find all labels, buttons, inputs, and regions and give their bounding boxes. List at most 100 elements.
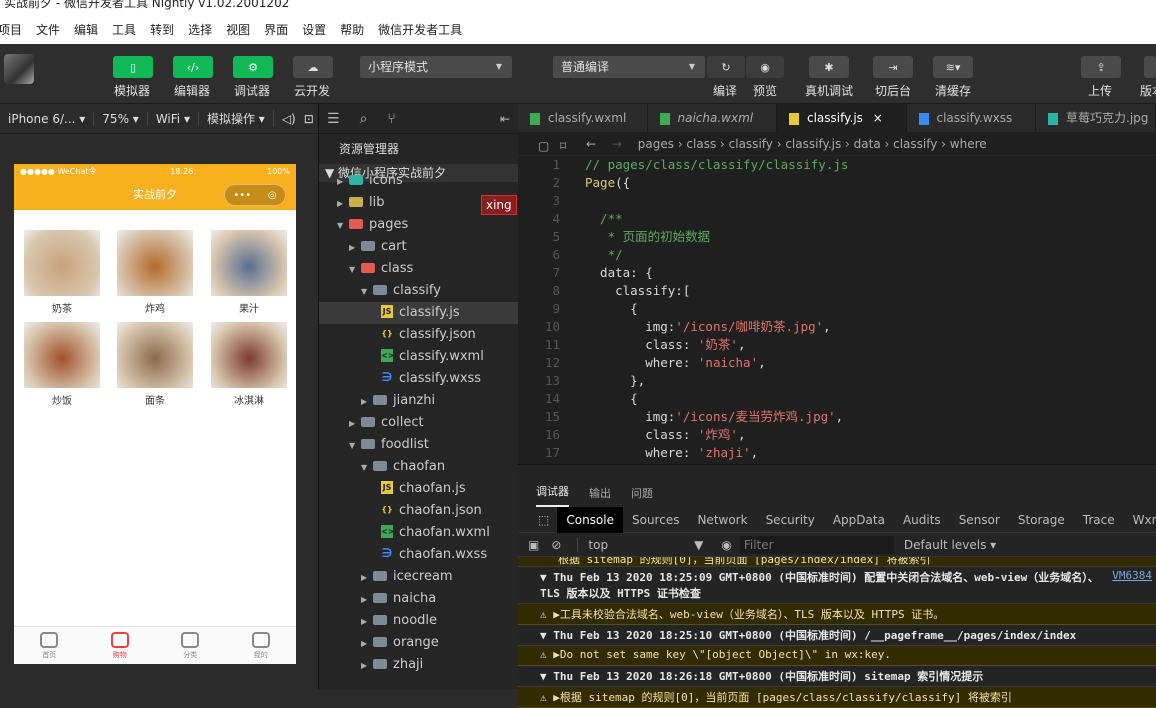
tab-item[interactable]: 购物 [110,631,129,660]
folder-item[interactable]: ▼ class [319,258,519,280]
devtools-panel-tab[interactable]: AppData [824,507,894,533]
file-item[interactable]: <> chaofan.wxml [319,522,519,544]
folder-item[interactable]: ▶ icons [319,170,519,192]
devtools-panel-tab[interactable]: Security [757,507,824,533]
folder-item[interactable]: ▶ jianzhi [319,390,519,412]
devtools-top-tab[interactable]: 问题 [631,485,653,507]
devtools-panel-tab[interactable]: Storage [1009,507,1074,533]
folder-item[interactable]: ▶ noodle [319,610,519,632]
sidebar-toggle-icon[interactable]: ▣ [518,538,545,552]
devtools-panel-tab[interactable]: Console [557,506,623,533]
editor-button[interactable]: ‹/› [173,56,213,78]
upload-button[interactable]: ⇪ [1081,56,1121,78]
menu-item[interactable]: 帮助 [340,21,364,38]
mode-select[interactable]: 小程序模式 ▼ [360,56,512,78]
more-icon[interactable]: ••• [233,190,251,201]
file-item[interactable]: JS classify.js [319,302,519,324]
collapse-panel-icon[interactable]: ⇤ [500,112,510,126]
chevron-right-icon[interactable]: ▶ [337,171,349,193]
chevron-right-icon[interactable]: ▶ [361,611,373,633]
volume-icon[interactable]: ◁) [274,112,304,126]
tab-item[interactable]: 我的 [251,631,270,660]
chevron-down-icon[interactable]: ▼ [361,457,373,479]
chevron-down-icon[interactable]: ▼ [337,215,349,237]
file-item[interactable]: <> classify.wxml [319,346,519,368]
category-item[interactable]: 奶茶 [24,230,100,315]
file-item[interactable]: JS chaofan.js [319,478,519,500]
menu-item[interactable]: 项目 [0,21,22,38]
capsule-button[interactable]: ••• ◎ [224,184,286,206]
folder-item[interactable]: ▼ classify [319,280,519,302]
folder-item[interactable]: ▶ cart [319,236,519,258]
folder-item[interactable]: ▼ pages [319,214,519,236]
category-item[interactable]: 面条 [117,322,193,407]
folder-item[interactable]: ▶ icecream [319,566,519,588]
menu-item[interactable]: 视图 [226,21,250,38]
menu-item[interactable]: 选择 [188,21,212,38]
folder-item[interactable]: ▶ orange [319,632,519,654]
chevron-down-icon[interactable]: ▼ [361,281,373,303]
real-debug-button[interactable]: ✱ [809,56,849,78]
context-select[interactable]: top ▼ [577,537,707,552]
file-item[interactable]: {} classify.json [319,324,519,346]
devtools-top-tab[interactable]: 输出 [589,485,611,507]
clear-cache-button[interactable]: ≋▾ [933,56,973,78]
chevron-down-icon[interactable]: ▼ [349,435,361,457]
levels-select[interactable]: Default levels ▾ [894,538,996,552]
folder-item[interactable]: ▼ chaofan [319,456,519,478]
git-icon[interactable]: ⑂ [387,111,395,127]
folder-item[interactable]: ▶ zhaji [319,654,519,676]
simulator-button[interactable]: ▯ [113,56,153,78]
category-item[interactable]: 冰淇淋 [211,322,287,407]
cloud-button[interactable]: ☁ [293,56,333,78]
chevron-right-icon[interactable]: ▶ [349,413,361,435]
menu-item[interactable]: 文件 [36,21,60,38]
preview-button[interactable]: ◉ [746,56,784,78]
background-button[interactable]: ⇥ [873,56,913,78]
avatar[interactable] [4,54,34,84]
menu-item[interactable]: 设置 [302,21,326,38]
menu-item[interactable]: 编辑 [74,21,98,38]
category-item[interactable]: 果汁 [211,230,287,315]
clear-console-icon[interactable]: ⊘ [545,538,577,552]
editor-tab[interactable]: classify.wxml [518,104,648,132]
file-item[interactable]: ∋ chaofan.wxss [319,544,519,566]
forward-arrow-icon[interactable]: → [612,137,622,151]
menu-item[interactable]: 微信开发者工具 [378,21,462,38]
chevron-right-icon[interactable]: ▶ [349,237,361,259]
code-area[interactable]: 1 // pages/class/classify/classify.js 2 Pag… [518,156,1156,480]
folder-item[interactable]: ▶ naicha [319,588,519,610]
chevron-right-icon[interactable]: ▶ [361,655,373,677]
editor-tab[interactable]: 草莓巧克力.jpg [1036,104,1156,132]
inspect-icon[interactable]: ⬚ [518,507,557,533]
device-select[interactable]: iPhone 6/... ▾ [0,111,95,126]
network-select[interactable]: WiFi ▾ [148,111,199,126]
rotate-icon[interactable]: ⊡ [304,112,314,126]
chevron-right-icon[interactable]: ▶ [361,567,373,589]
devtools-panel-tab[interactable]: Audits [894,507,950,533]
editor-tab[interactable]: classify.js × [777,104,907,132]
devtools-panel-tab[interactable]: Wxml [1124,507,1156,533]
chevron-right-icon[interactable]: ▶ [337,193,349,215]
chevron-right-icon[interactable]: ▶ [361,589,373,611]
editor-tab[interactable]: naicha.wxml [648,104,777,132]
close-icon[interactable]: × [869,111,883,125]
eye-icon[interactable]: ◉ [707,538,739,552]
devtools-panel-tab[interactable]: Sources [623,507,688,533]
debugger-button[interactable]: ⚙ [233,56,273,78]
tab-item[interactable]: 分类 [181,631,200,660]
compile-button[interactable]: ↻ [707,56,745,78]
category-item[interactable]: 炸鸡 [117,230,193,315]
chevron-right-icon[interactable]: ▶ [361,391,373,413]
compile-select[interactable]: 普通编译 ▼ [553,56,705,78]
filter-input[interactable]: Filter [739,535,894,554]
menu-item[interactable]: 转到 [150,21,174,38]
version-button[interactable] [1144,56,1156,78]
devtools-top-tab[interactable]: 调试器 [536,483,569,507]
zoom-select[interactable]: 75% ▾ [94,111,148,126]
bookmark-icon[interactable]: ⌑ [560,134,566,158]
category-item[interactable]: 炒饭 [24,322,100,407]
menu-item[interactable]: 界面 [264,21,288,38]
devtools-panel-tab[interactable]: Sensor [950,507,1009,533]
close-circle-icon[interactable]: ◎ [268,190,277,201]
